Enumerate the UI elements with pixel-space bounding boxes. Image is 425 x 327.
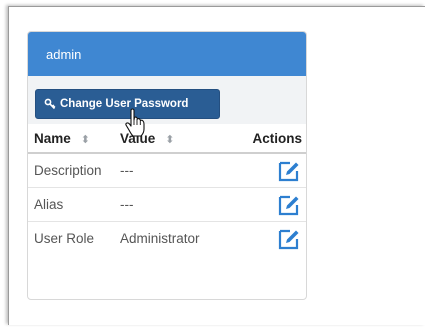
table-row: User Role Administrator	[28, 221, 306, 255]
row-value: ---	[120, 187, 230, 222]
sort-icon[interactable]: ⬍	[165, 134, 174, 146]
table-header-row: Name ⬍ Value ⬍ Actions	[28, 124, 306, 154]
table-row: Alias ---	[28, 187, 306, 222]
row-value: ---	[120, 152, 230, 188]
column-header-actions: Actions	[230, 124, 306, 154]
panel-heading: admin	[28, 32, 306, 76]
row-name: Alias	[28, 187, 120, 222]
row-name: Description	[28, 152, 120, 188]
properties-table: Name ⬍ Value ⬍ Actions Description --- A…	[28, 124, 306, 255]
column-header-name[interactable]: Name ⬍	[28, 124, 120, 154]
edit-icon[interactable]	[276, 227, 302, 251]
row-value: Administrator	[120, 221, 230, 255]
table-row: Description ---	[28, 152, 306, 188]
panel-toolbar: Change User Password	[28, 76, 306, 124]
key-icon	[44, 98, 56, 110]
sort-icon[interactable]: ⬍	[81, 134, 90, 146]
edit-icon[interactable]	[276, 193, 302, 217]
user-panel: admin Change User Password Name ⬍ Value ⬍	[27, 31, 307, 300]
panel-title: admin	[46, 46, 82, 62]
hand-pointer-icon	[124, 108, 148, 138]
row-name: User Role	[28, 221, 120, 255]
edit-icon[interactable]	[276, 159, 302, 183]
